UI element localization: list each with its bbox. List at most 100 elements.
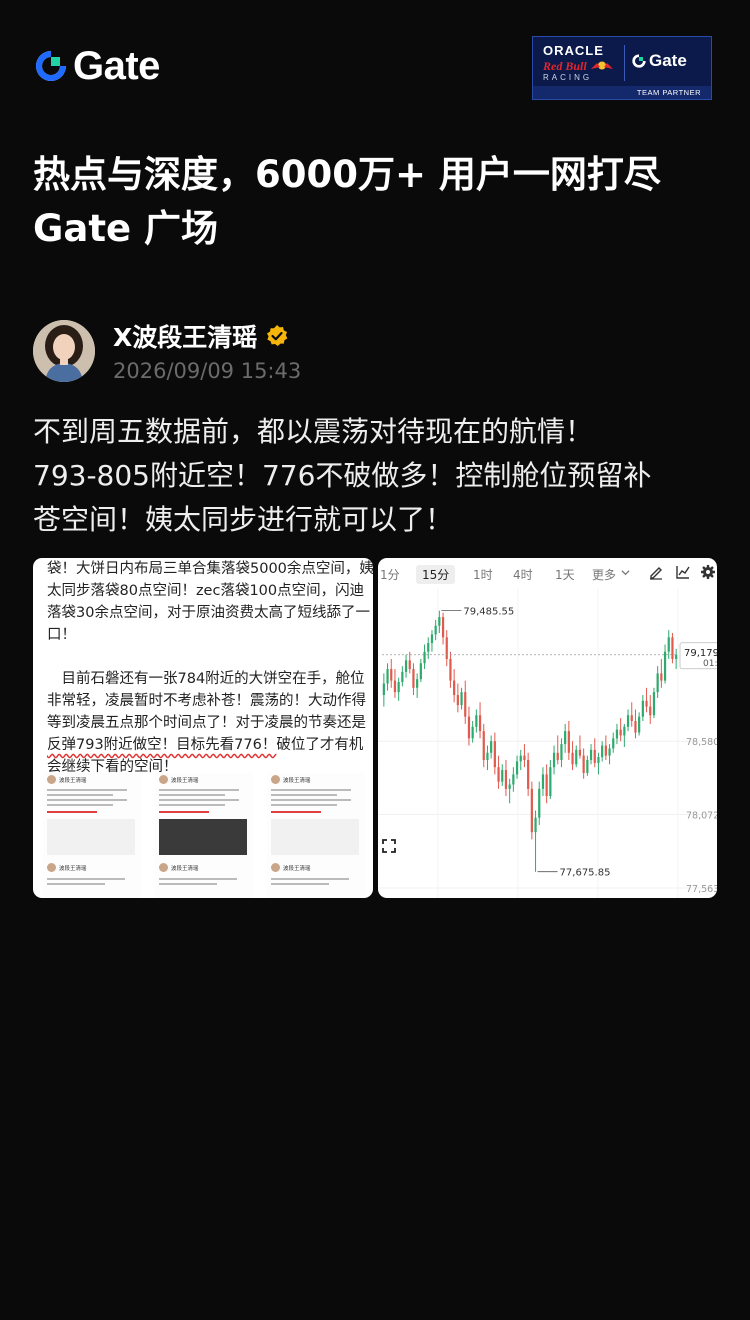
candle-body — [626, 715, 630, 727]
candle-body — [578, 749, 582, 756]
candle-body — [416, 679, 419, 688]
candle-body — [567, 731, 570, 753]
thumbnail-highlight — [159, 811, 209, 813]
candle-body — [441, 617, 445, 638]
partner-gate-logo: Gate — [631, 51, 687, 71]
tab-1m[interactable]: 1分 — [380, 566, 400, 583]
candle-body — [556, 752, 559, 760]
avatar[interactable] — [33, 320, 95, 382]
candle-body — [438, 617, 441, 626]
post-image-1[interactable]: 袋！大饼日内布局三单合集落袋5000余点空间，姨 太同步落袋80点空间！zec落… — [33, 558, 373, 898]
candle-body — [486, 752, 489, 760]
post-body-line: 793-805附近空！776不破做多！控制舱位预留补 — [33, 459, 652, 492]
gate-logo-icon — [632, 54, 646, 68]
candle-body — [560, 744, 563, 760]
candle-body — [501, 770, 504, 782]
image-text-line: 落袋30余点空间，对于原油资费太高了短线舔了一 — [47, 605, 370, 621]
tab-4h[interactable]: 4时 — [513, 566, 533, 583]
thumbnail-author: 波段王清瑶 — [171, 865, 199, 872]
tab-1d[interactable]: 1天 — [555, 566, 575, 583]
thumbnail-text-line — [159, 794, 225, 796]
partner-badge: ORACLE Red Bull RACING Gate TEAM PARTNER — [532, 36, 712, 100]
candle-body — [408, 660, 411, 670]
candle-body — [589, 749, 593, 760]
thumbnail-text-line — [47, 878, 125, 880]
candle-body — [382, 683, 385, 696]
gate-logo: Gate — [33, 46, 160, 86]
candle-body — [586, 759, 589, 773]
image-text-line: 太同步落袋80点空间！zec落袋100点空间，闪迪 — [47, 583, 365, 599]
last-price-label: 79,179. — [684, 648, 717, 659]
tab-15m[interactable]: 15分 — [416, 565, 456, 584]
low-label: 77,675.85 — [560, 868, 611, 879]
candle-body — [490, 741, 493, 753]
chart-timeframe-tabs: 1分 15分 1时 4时 1天 更多 — [378, 558, 717, 588]
candle-body — [641, 700, 644, 717]
author-name[interactable]: X波段王清瑶 — [113, 318, 257, 354]
candle-body — [512, 774, 515, 785]
candle-body — [427, 643, 430, 652]
thumbnail-author: 波段王清瑶 — [171, 777, 199, 784]
y-tick-label: 78,580. — [686, 737, 717, 748]
candle-body — [467, 716, 471, 739]
candle-body — [675, 654, 678, 659]
team-partner-label: TEAM PARTNER — [533, 86, 711, 99]
candle-body — [456, 695, 459, 706]
candle-body — [434, 625, 437, 635]
image-text-line: 反弹793附近做空！目标先看776！破位了才有机 — [47, 734, 371, 756]
gear-icon[interactable] — [700, 564, 716, 580]
candle-body — [671, 637, 674, 659]
oracle-label: ORACLE — [543, 43, 604, 58]
thumbnail-text-line — [47, 789, 127, 791]
candle-body — [608, 748, 611, 756]
candle-body — [538, 788, 541, 818]
candle-body — [645, 700, 648, 707]
thumbnail-text-line — [271, 799, 351, 801]
image-text-line: 等到凌晨五点那个时间点了！对于凌晨的节奏还是 — [47, 715, 366, 731]
author-row: X波段王清瑶 — [113, 318, 289, 354]
tab-more[interactable]: 更多 — [592, 566, 616, 583]
thumbnail-avatar — [47, 775, 56, 784]
image-text-tail: 破位了才有机 — [276, 737, 364, 753]
post-timestamp: 2026/09/09 15:43 — [113, 359, 302, 383]
candle-body — [464, 692, 467, 717]
candle-body — [552, 752, 556, 768]
verified-badge-icon — [267, 325, 288, 346]
image-text-line: 袋！大饼日内布局三单合集落袋5000余点空间，姨 — [47, 561, 373, 577]
candle-body — [575, 749, 578, 765]
candle-body — [430, 634, 434, 644]
candle-body — [638, 716, 641, 733]
thumbnail-highlight — [271, 811, 321, 813]
headline: 热点与深度，6000万+ 用户一网打尽 Gate 广场 — [33, 148, 661, 256]
tab-1h[interactable]: 1时 — [473, 566, 493, 583]
thumbnail-text-line — [159, 878, 237, 880]
pencil-icon[interactable] — [648, 564, 664, 580]
racing-label: RACING — [543, 73, 593, 82]
indicator-icon[interactable] — [675, 564, 691, 580]
post-image-2-chart[interactable]: 1分 15分 1时 4时 1天 更多 79,485.55 77,675.85 79,… — [378, 558, 717, 898]
candlestick-chart: 79,485.55 77,675.85 79,179.01: 78,580. 78,07… — [378, 588, 717, 898]
y-tick-label: 78,072. — [686, 811, 717, 822]
candle-body — [541, 774, 545, 789]
thumbnail-image — [159, 819, 247, 855]
image-text-line: 目前石磐还有一张784附近的大饼空在手，舱位 — [47, 671, 365, 687]
expand-icon[interactable] — [381, 838, 397, 854]
candle-body — [493, 741, 496, 768]
thumbnail-text-line — [159, 804, 225, 806]
thumbnail-text-line — [47, 794, 113, 796]
candle-body — [619, 729, 622, 736]
candle-body — [497, 767, 500, 782]
candle-body — [527, 759, 530, 789]
thumbnail-text-line — [47, 883, 105, 885]
thumbnail-text-line — [271, 804, 337, 806]
candle-body — [530, 788, 533, 833]
thumbnail-screenshot: 波段王清瑶 波段王清瑶 — [155, 773, 253, 898]
candle-body — [460, 692, 463, 706]
partner-gate-label: Gate — [649, 51, 687, 70]
thumbnail-avatar — [159, 775, 168, 784]
candle-body — [623, 726, 626, 736]
candle-body — [649, 706, 652, 716]
post-body-line: 不到周五数据前，都以震荡对待现在的航情！ — [33, 415, 594, 448]
thumbnail-text-line — [271, 878, 349, 880]
brand-name: Gate — [73, 44, 160, 88]
